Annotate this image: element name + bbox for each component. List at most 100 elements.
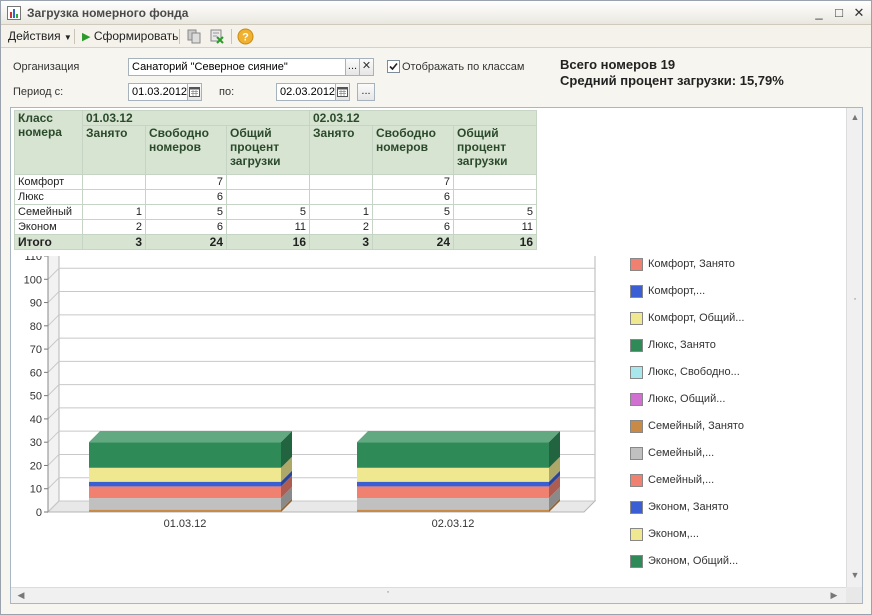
legend-item: Эконом,... (630, 528, 830, 542)
table-cell: 6 (372, 189, 454, 205)
row-label: Семейный (14, 204, 83, 220)
y-tick-label: 10 (30, 484, 42, 496)
y-tick-label: 90 (30, 298, 42, 310)
bar-segment (89, 486, 281, 499)
legend-item: Эконом, Занято (630, 501, 830, 515)
actions-label: Действия (8, 29, 61, 43)
legend-item: Комфорт,... (630, 285, 830, 299)
total-cell: 16 (453, 234, 537, 250)
legend-swatch (630, 366, 643, 379)
generate-button[interactable]: ▶ Сформировать (82, 28, 178, 45)
legend-label: Люкс, Общий... (648, 393, 726, 405)
y-tick-label: 70 (30, 344, 42, 356)
y-tick-label: 100 (24, 274, 42, 286)
table-cell: 7 (372, 174, 454, 190)
table-row: Комфорт 7 7 (14, 174, 537, 190)
legend-item: Семейный,... (630, 447, 830, 461)
table-cell: 1 (82, 204, 146, 220)
legend-swatch (630, 285, 643, 298)
legend-swatch (630, 447, 643, 460)
column-header: Свободно номеров (145, 125, 227, 175)
legend-item: Комфорт, Занято (630, 258, 830, 272)
y-tick-label: 110 (24, 256, 42, 263)
bar-segment (357, 509, 549, 512)
period-to-label: по: (219, 86, 235, 98)
table-cell: 1 (309, 204, 373, 220)
table-cell (453, 174, 537, 190)
period-to-field[interactable]: 02.03.2012 (276, 83, 336, 101)
legend-swatch (630, 393, 643, 406)
legend-swatch (630, 501, 643, 514)
scroll-right-arrow-icon[interactable]: ▶ (827, 590, 841, 601)
scroll-down-arrow-icon[interactable]: ▼ (848, 570, 862, 580)
bar-top (357, 431, 560, 443)
horizontal-scrollbar[interactable]: ◀ ◦ ▶ (11, 587, 848, 603)
scroll-left-arrow-icon[interactable]: ◀ (14, 590, 28, 601)
table-cell (226, 189, 310, 205)
table-cell (82, 174, 146, 190)
close-button[interactable]: ✕ (851, 5, 867, 21)
report-app-icon (7, 6, 21, 20)
average-load-text: Средний процент загрузки: 15,79% (560, 73, 784, 88)
actions-menu[interactable]: Действия ▼ (8, 28, 72, 45)
legend-label: Семейный,... (648, 474, 715, 486)
legend-swatch (630, 420, 643, 433)
scroll-up-arrow-icon[interactable]: ▲ (848, 112, 862, 122)
organization-clear-button[interactable]: ✕ (359, 58, 374, 76)
table-row: Люкс 6 6 (14, 189, 537, 205)
bar-segment (89, 467, 281, 482)
date-header: 02.03.12 (309, 110, 537, 126)
report-area[interactable]: Класс номера 01.03.12 02.03.12 Занято Св… (10, 107, 863, 604)
generate-label: Сформировать (93, 29, 179, 43)
legend-label: Семейный,... (648, 447, 715, 459)
bar-segment (357, 498, 549, 510)
organization-field[interactable]: Санаторий "Северное сияние" (128, 58, 346, 76)
chart-side-wall (47, 256, 60, 514)
legend-item: Семейный, Занято (630, 420, 830, 434)
class-header: Класс номера (14, 110, 83, 175)
table-cell: 5 (453, 204, 537, 220)
column-header: Занято (82, 125, 146, 175)
legend-label: Эконом,... (648, 528, 699, 540)
legend-label: Комфорт, Занято (648, 258, 735, 270)
bar-segment (89, 509, 281, 512)
legend-item: Люкс, Общий... (630, 393, 830, 407)
toolbar-separator (231, 29, 232, 44)
period-from-field[interactable]: 01.03.2012 (128, 83, 188, 101)
legend-swatch (630, 339, 643, 352)
period-from-calendar-button[interactable] (187, 83, 202, 101)
bar-segment (89, 481, 281, 487)
help-icon[interactable]: ? (237, 28, 254, 45)
show-by-class-checkbox[interactable] (387, 60, 400, 73)
scroll-thumb-grip-icon[interactable]: ◦ (381, 589, 395, 596)
column-header: Занято (309, 125, 373, 175)
legend-swatch (630, 474, 643, 487)
total-label: Итого (14, 234, 83, 250)
calendar-icon (189, 87, 200, 97)
legend-item: Эконом, Общий... (630, 555, 830, 569)
vertical-scrollbar[interactable]: ▲ ◦ ▼ (846, 108, 862, 588)
bar-segment (89, 498, 281, 510)
maximize-button[interactable]: □ (831, 5, 847, 21)
minimize-button[interactable]: _ (811, 5, 827, 21)
copy-icon[interactable] (186, 28, 202, 44)
play-icon: ▶ (82, 31, 91, 43)
x-tick-label: 01.03.12 (164, 518, 207, 530)
legend-item: Люкс, Свободно... (630, 366, 830, 380)
legend-label: Комфорт,... (648, 285, 706, 297)
period-to-calendar-button[interactable] (335, 83, 350, 101)
settings-icon[interactable] (209, 28, 225, 44)
row-label: Комфорт (14, 174, 83, 190)
svg-text:?: ? (242, 32, 249, 44)
organization-select-button[interactable]: ... (345, 58, 360, 76)
toolbar-separator (179, 29, 180, 44)
table-cell: 11 (453, 219, 537, 235)
legend-swatch (630, 528, 643, 541)
legend-label: Эконом, Занято (648, 501, 729, 513)
total-cell: 24 (372, 234, 454, 250)
legend-swatch (630, 258, 643, 271)
scroll-thumb-grip-icon[interactable]: ◦ (848, 296, 862, 303)
legend-label: Люкс, Занято (648, 339, 716, 351)
period-select-button[interactable]: ... (357, 83, 375, 101)
legend-swatch (630, 312, 643, 325)
